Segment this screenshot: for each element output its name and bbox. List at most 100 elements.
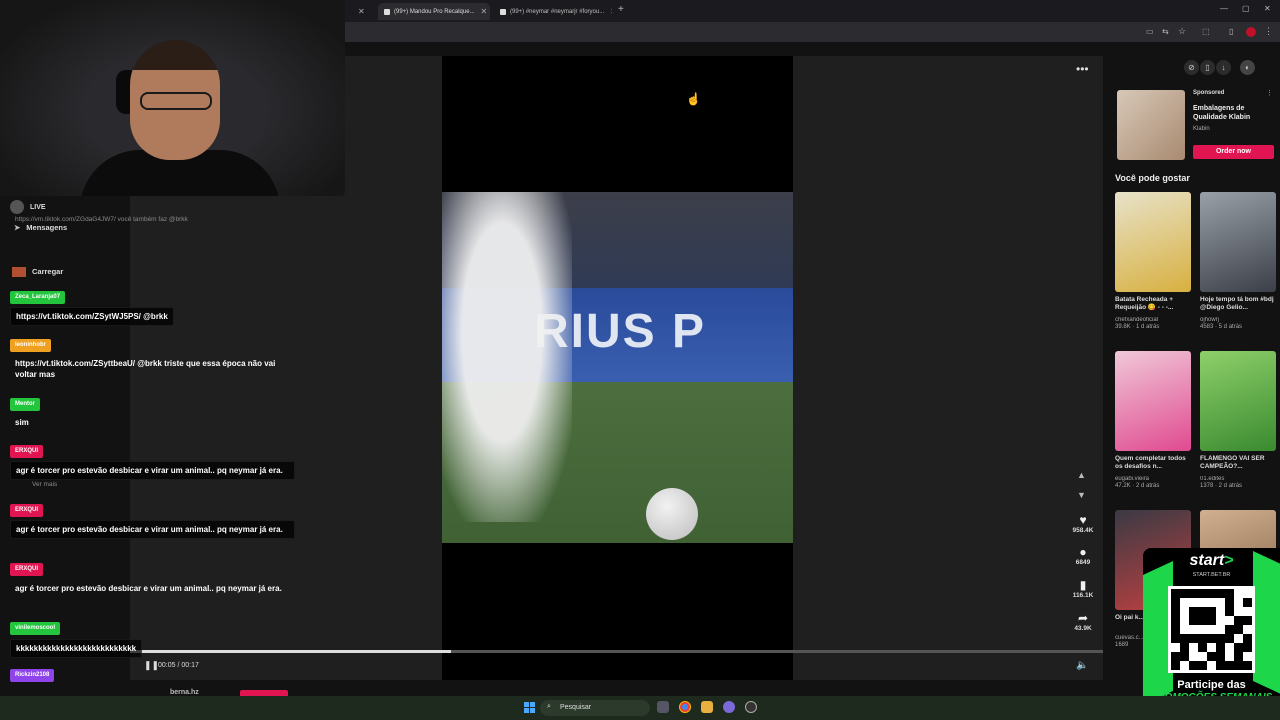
video-frame[interactable]: RIUS P: [442, 192, 793, 543]
bookmark-count: 116.1K: [1072, 592, 1094, 599]
new-tab-button[interactable]: +: [618, 4, 624, 15]
discord-icon[interactable]: [723, 701, 735, 713]
pause-icon[interactable]: ❚❚: [144, 660, 159, 671]
tab-title: (99+) Mandou Pro Recalque...: [394, 8, 475, 15]
menu-icon[interactable]: ⋮: [1264, 26, 1273, 37]
ad-thumbnail[interactable]: [1117, 90, 1185, 160]
card-thumbnail[interactable]: [1115, 351, 1191, 451]
recommendation-card[interactable]: FLAMENGO VAI SER CAMPEÃO?... 01.edites 1…: [1200, 351, 1276, 489]
ad-brand: Klabin: [1193, 126, 1210, 132]
chat-username: ERXQUI: [10, 445, 44, 458]
extensions-icon[interactable]: ⬚: [1202, 27, 1210, 36]
order-now-button[interactable]: Order now: [1193, 145, 1274, 159]
card-author: 01.edites: [1200, 476, 1225, 482]
star-icon[interactable]: ☆: [1178, 26, 1186, 37]
menu-upload[interactable]: Carregar: [12, 267, 63, 278]
card-author: ojhowrj: [1200, 317, 1220, 323]
upload-icon: [12, 267, 26, 278]
chat-message: agr é torcer pro estevão desbicar e vira…: [10, 520, 295, 539]
obs-icon[interactable]: [745, 701, 757, 713]
chat-username: leoninhobr: [10, 339, 51, 352]
share-icon: ➦: [1077, 611, 1089, 625]
recommendations-title: Você pode gostar: [1115, 173, 1190, 183]
cast-icon[interactable]: ▭: [1146, 27, 1154, 36]
card-thumbnail[interactable]: [1200, 351, 1276, 451]
card-meta: 39.8K · 1 d atrás: [1115, 324, 1160, 330]
comment-button[interactable]: ● 6849: [1066, 545, 1100, 566]
previous-video-icon[interactable]: ▲: [1077, 470, 1086, 480]
bottom-username[interactable]: berna.hz: [170, 689, 199, 696]
share-count: 43.9K: [1074, 625, 1092, 632]
profile-avatar[interactable]: [1246, 27, 1256, 37]
close-icon[interactable]: ✕: [610, 7, 612, 16]
card-title: Quem completar todos os desafios n...: [1115, 455, 1186, 470]
bookmark-icon: ▮: [1079, 578, 1087, 592]
chrome-icon[interactable]: [679, 701, 691, 713]
progress-fill: [130, 650, 452, 653]
glasses: [140, 92, 212, 110]
chat-username: vinilemoscool: [10, 622, 61, 635]
progress-bar[interactable]: [130, 650, 1103, 653]
no-ads-icon[interactable]: ⊘: [1184, 60, 1199, 75]
file-explorer-icon[interactable]: [701, 701, 713, 713]
like-button[interactable]: ♥ 958.4K: [1066, 513, 1100, 534]
card-author: eugabi.vieira: [1115, 476, 1150, 482]
ghost-message: https://vm.tiktok.com/ZGdaG4JW7/ você ta…: [15, 216, 188, 223]
live-avatar: [10, 200, 24, 214]
translate-icon[interactable]: ⇆: [1162, 27, 1169, 36]
qr-code: [1168, 586, 1255, 673]
recommendation-card[interactable]: Quem completar todos os desafios n... eu…: [1115, 351, 1191, 489]
bookmark-button[interactable]: ▮ 116.1K: [1066, 578, 1100, 599]
card-thumbnail[interactable]: [1200, 192, 1276, 292]
chat-message: https://vt.tiktok.com/ZSyttbeaU/ @brkk t…: [15, 359, 276, 379]
close-icon[interactable]: ✕: [481, 7, 488, 16]
like-count: 958.4K: [1072, 527, 1094, 534]
sidebar-icon[interactable]: ▯: [1229, 27, 1233, 36]
chat-username: ERXQUI: [10, 563, 44, 576]
minimize-icon[interactable]: —: [1220, 4, 1228, 13]
window-close-icon[interactable]: ✕: [1264, 4, 1271, 13]
video-blur-right: [793, 56, 1103, 680]
card-thumbnail[interactable]: [1115, 192, 1191, 292]
search-icon: ⌕: [547, 703, 551, 710]
ad-title[interactable]: Embalagens de Qualidade Klabin: [1193, 104, 1273, 122]
share-button[interactable]: ➦ 43.9K: [1066, 611, 1100, 632]
chat-message: sim: [15, 418, 29, 427]
promo-overlay: start> START.BET.BR Participe das PROMOÇ…: [1143, 548, 1280, 720]
chat-message: agr é torcer pro estevão desbicar e vira…: [15, 584, 282, 593]
hand-cursor-icon: ☝: [686, 92, 701, 106]
mobile-icon[interactable]: ▯: [1200, 60, 1215, 75]
menu-messages[interactable]: ➤ Mensagens: [14, 223, 67, 232]
heart-icon: ♥: [1079, 513, 1087, 527]
tab-title: (99+) #neymar #neymarjr #foryou...: [510, 8, 605, 15]
tab-active[interactable]: (99+) Mandou Pro Recalque... ✕: [378, 3, 490, 20]
card-author: chefxandeoficial: [1115, 317, 1159, 323]
windows-start-icon[interactable]: [524, 702, 535, 713]
ghost-see-more: Ver mais: [32, 481, 58, 488]
more-options-icon[interactable]: •••: [1076, 62, 1089, 76]
chat-message: https://vt.tiktok.com/ZSytWJ5PS/ @brkk: [10, 307, 174, 326]
maximize-icon[interactable]: ▢: [1242, 4, 1250, 13]
promo-line-1: Participe das: [1177, 679, 1246, 691]
chat-username: Mentor: [10, 398, 40, 411]
recommendation-card[interactable]: Hoje tempo tá bom #bdj @Diego Gelio... o…: [1200, 192, 1276, 330]
footballer: [442, 192, 572, 522]
tab-close-prev[interactable]: ✕: [346, 3, 374, 20]
volume-icon[interactable]: 🔈: [1076, 660, 1088, 671]
recommendation-card[interactable]: Batata Recheada + Requeijão 😋 - - -... c…: [1115, 192, 1191, 330]
task-view-icon[interactable]: [657, 701, 669, 713]
webcam-overlay: [0, 0, 345, 196]
ad-more-icon[interactable]: ⋮: [1266, 89, 1273, 97]
promo-site: START.BET.BR: [1192, 572, 1231, 578]
taskbar-search[interactable]: Pesquisar: [540, 700, 650, 716]
user-avatar[interactable]: ◐: [1240, 60, 1255, 75]
next-video-icon[interactable]: ▼: [1077, 490, 1086, 500]
football: [646, 488, 698, 540]
chat-username: Zeca_Laranja07: [10, 291, 66, 304]
download-icon[interactable]: ↓: [1216, 60, 1231, 75]
card-meta: 1378 · 2 d atrás: [1200, 483, 1243, 489]
tiktok-icon: [384, 8, 390, 15]
card-title: Hoje tempo tá bom #bdj @Diego Gelio...: [1200, 296, 1274, 311]
tab-inactive[interactable]: (99+) #neymar #neymarjr #foryou... ✕: [494, 3, 612, 20]
sponsored-label: Sponsored: [1193, 90, 1225, 96]
